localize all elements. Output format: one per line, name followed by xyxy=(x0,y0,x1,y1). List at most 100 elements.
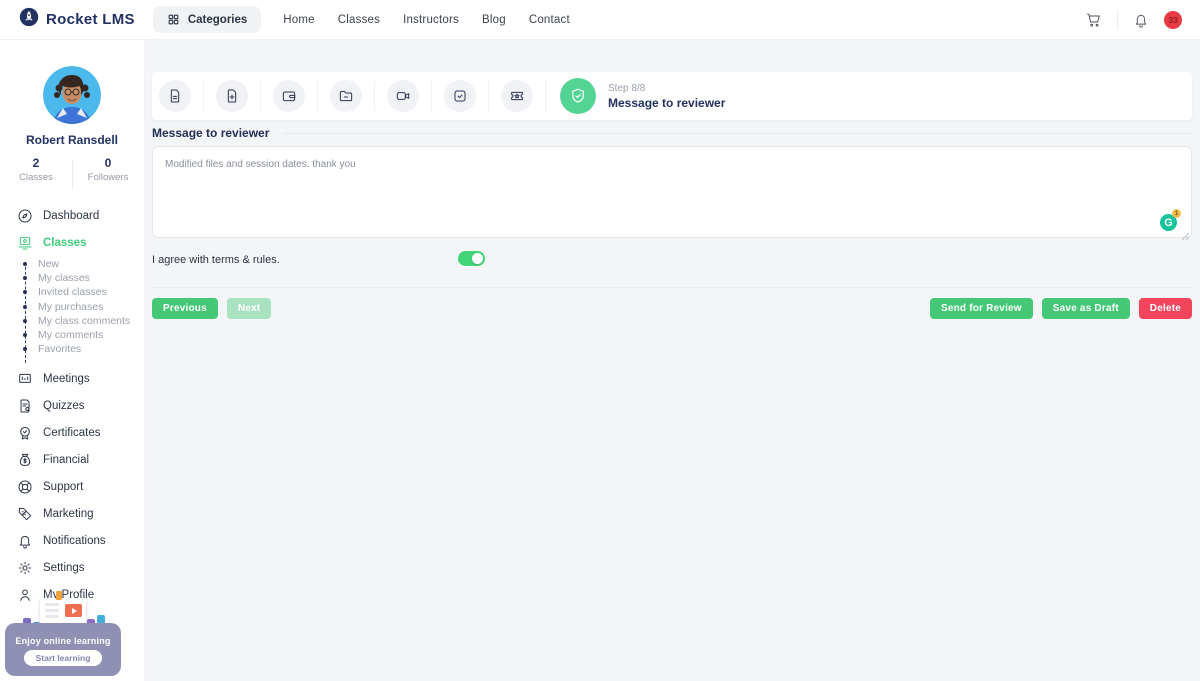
notifications-button[interactable] xyxy=(1131,10,1151,30)
nav-link-contact[interactable]: Contact xyxy=(529,14,570,26)
submenu-label: My purchases xyxy=(38,301,103,313)
wizard-step-2[interactable] xyxy=(204,80,260,112)
avatar[interactable] xyxy=(43,66,101,124)
profile-block: Robert Ransdell 2 Classes 0 Followers xyxy=(0,40,144,192)
section-divider xyxy=(283,133,1192,134)
step-label: Step 8/8 xyxy=(608,83,725,94)
agree-terms-label: I agree with terms & rules. xyxy=(152,254,280,266)
nav-link-blog[interactable]: Blog xyxy=(482,14,506,26)
send-for-review-button[interactable]: Send for Review xyxy=(930,298,1033,319)
cart-button[interactable] xyxy=(1083,9,1104,30)
bullet-dot xyxy=(23,319,27,323)
video-icon xyxy=(395,88,411,104)
sidebar-item-label: Support xyxy=(43,481,83,493)
wizard-step-3[interactable] xyxy=(261,80,317,112)
stat-classes-label: Classes xyxy=(0,172,72,183)
dashboard-icon xyxy=(17,208,33,224)
sidebar-item-notifications[interactable]: Notifications xyxy=(17,527,144,554)
nav-links: Home Classes Instructors Blog Contact xyxy=(283,14,570,26)
previous-button[interactable]: Previous xyxy=(152,298,218,319)
nav-divider xyxy=(1117,10,1118,30)
submenu-item-my-class-comments[interactable]: My class comments xyxy=(20,314,144,328)
gear-icon xyxy=(17,560,33,576)
file-plus-icon xyxy=(224,88,240,104)
sidebar-item-label: Quizzes xyxy=(43,400,85,412)
grammarly-badge: 1 xyxy=(1172,209,1181,218)
sidebar-item-settings[interactable]: Settings xyxy=(17,554,144,581)
sidebar-item-label: Classes xyxy=(43,237,86,249)
brand-logo[interactable]: Rocket LMS xyxy=(18,6,135,33)
wizard-step-4[interactable] xyxy=(318,80,374,112)
classes-submenu: New My classes Invited classes My purcha… xyxy=(20,257,144,356)
submenu-item-favorites[interactable]: Favorites xyxy=(20,342,144,356)
sidebar-item-classes[interactable]: Classes xyxy=(17,229,144,256)
play-icon xyxy=(65,604,82,617)
promo-title: Enjoy online learning xyxy=(5,636,121,646)
textarea-resize-handle[interactable] xyxy=(1181,228,1190,246)
submenu-label: My class comments xyxy=(38,315,130,327)
sidebar-item-quizzes[interactable]: Quizzes xyxy=(17,392,144,419)
stat-followers-value: 0 xyxy=(72,156,144,170)
terms-toggle[interactable] xyxy=(458,251,485,266)
next-button[interactable]: Next xyxy=(227,298,271,319)
sidebar-item-label: Notifications xyxy=(43,535,106,547)
check-square-icon xyxy=(452,88,468,104)
wizard-step-8-active[interactable]: Step 8/8 Message to reviewer xyxy=(560,78,725,114)
sidebar-item-label: Settings xyxy=(43,562,85,574)
stat-followers-label: Followers xyxy=(72,172,144,183)
top-navbar: Rocket LMS Categories Home Classes Instr… xyxy=(0,0,1200,40)
bullet-dot xyxy=(23,290,27,294)
actions-bar: Previous Next Send for Review Save as Dr… xyxy=(152,298,1192,319)
bullet-dot xyxy=(23,262,27,266)
submenu-item-my-comments[interactable]: My comments xyxy=(20,328,144,342)
submenu-item-my-purchases[interactable]: My purchases xyxy=(20,300,144,314)
sidebar-item-marketing[interactable]: Marketing xyxy=(17,500,144,527)
cart-icon xyxy=(1085,11,1102,28)
section-header: Message to reviewer xyxy=(152,126,1192,140)
wizard-step-5[interactable] xyxy=(375,80,431,112)
quizzes-icon xyxy=(17,398,33,414)
sidebar-item-financial[interactable]: Financial xyxy=(17,446,144,473)
categories-button[interactable]: Categories xyxy=(153,6,261,33)
nav-link-instructors[interactable]: Instructors xyxy=(403,14,459,26)
wizard-step-7[interactable] xyxy=(489,80,545,112)
bullet-dot xyxy=(23,333,27,337)
classes-icon xyxy=(17,235,33,251)
submenu-label: New xyxy=(38,258,59,270)
sidebar-item-label: Certificates xyxy=(43,427,101,439)
delete-button[interactable]: Delete xyxy=(1139,298,1192,319)
user-name: Robert Ransdell xyxy=(0,133,144,147)
submenu-label: Invited classes xyxy=(38,286,107,298)
nav-link-home[interactable]: Home xyxy=(283,14,314,26)
bullet-dot xyxy=(23,276,27,280)
nav-link-classes[interactable]: Classes xyxy=(338,14,380,26)
bullet-dot xyxy=(23,305,27,309)
sidebar-item-label: Financial xyxy=(43,454,89,466)
stats-divider xyxy=(72,159,73,189)
step-divider xyxy=(545,81,546,111)
promo-card: Enjoy online learning Start learning xyxy=(5,623,121,676)
wizard-step-1[interactable] xyxy=(147,80,203,112)
bell-icon xyxy=(1133,12,1149,28)
submenu-item-new[interactable]: New xyxy=(20,257,144,271)
step-title: Message to reviewer xyxy=(608,96,725,110)
sidebar: Robert Ransdell 2 Classes 0 Followers Da… xyxy=(0,40,145,681)
sidebar-item-label: Dashboard xyxy=(43,210,99,222)
sidebar-item-certificates[interactable]: Certificates xyxy=(17,419,144,446)
bullet-dot xyxy=(23,347,27,351)
folder-minus-icon xyxy=(338,88,354,104)
submenu-item-my-classes[interactable]: My classes xyxy=(20,271,144,285)
submenu-item-invited-classes[interactable]: Invited classes xyxy=(20,285,144,299)
start-learning-button[interactable]: Start learning xyxy=(24,650,103,666)
notification-count-badge[interactable]: 33 xyxy=(1164,11,1182,29)
wizard-steps xyxy=(147,80,546,112)
message-textarea[interactable]: Modified files and session dates. thank … xyxy=(152,146,1192,238)
brand-name: Rocket LMS xyxy=(46,11,135,28)
wizard-step-6[interactable] xyxy=(432,80,488,112)
grammarly-icon[interactable]: G 1 xyxy=(1160,214,1177,231)
sidebar-item-dashboard[interactable]: Dashboard xyxy=(17,202,144,229)
sidebar-item-support[interactable]: Support xyxy=(17,473,144,500)
save-as-draft-button[interactable]: Save as Draft xyxy=(1042,298,1130,319)
sidebar-item-meetings[interactable]: Meetings xyxy=(17,365,144,392)
user-stats: 2 Classes 0 Followers xyxy=(0,156,144,192)
